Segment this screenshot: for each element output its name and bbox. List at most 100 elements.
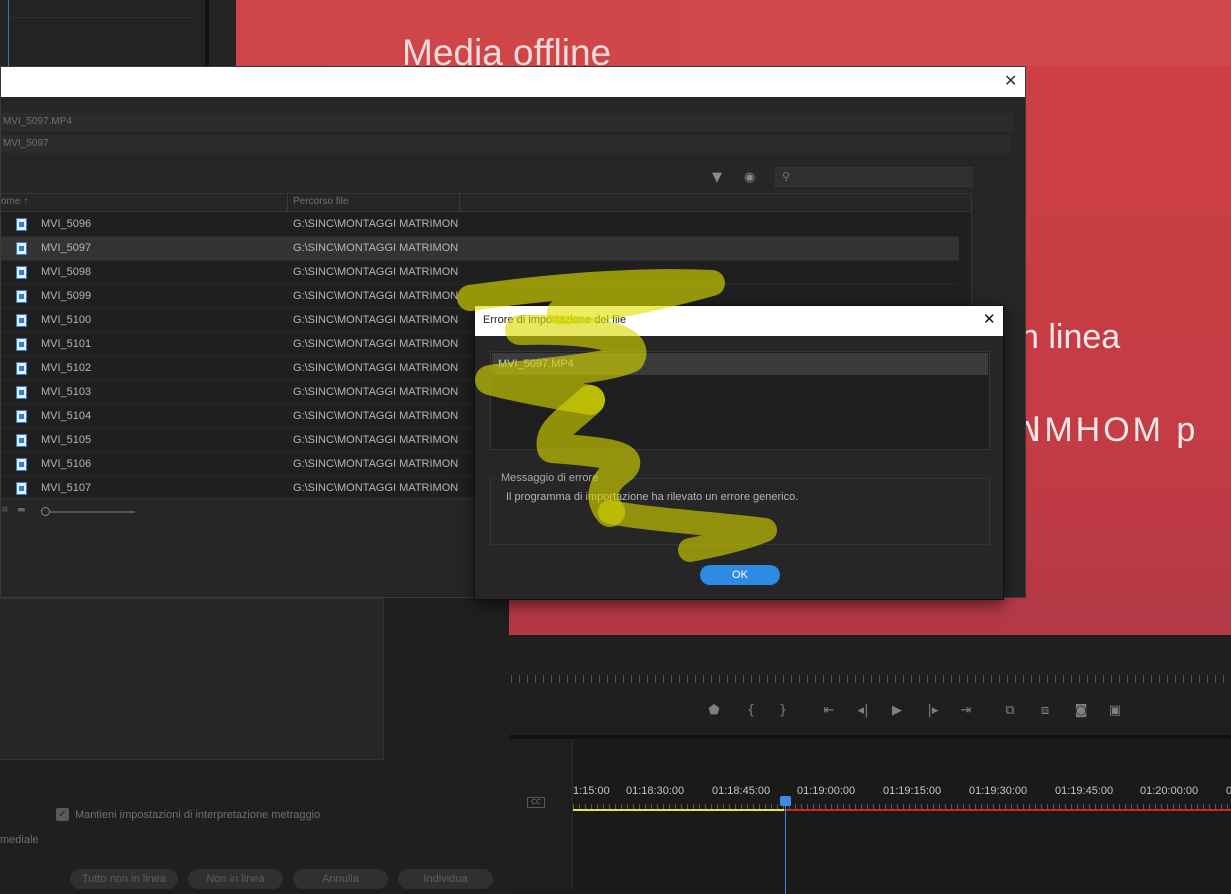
timeline-track-header: CC: [509, 739, 573, 890]
error-file-item[interactable]: MVI_5097.MP4: [492, 353, 988, 375]
error-message-text: Il programma di importazione ha rilevato…: [506, 491, 799, 503]
keep-interpretation-checkbox[interactable]: ✓: [56, 808, 69, 821]
file-path: G:\SINC\MONTAGGI MATRIMON: [293, 242, 459, 254]
file-path: G:\SINC\MONTAGGI MATRIMON: [293, 386, 459, 398]
export-frame-icon[interactable]: ◙: [1071, 703, 1091, 718]
timecode-label: 01:19:15:00: [883, 785, 942, 797]
monitor-controls: ⬟ { } ⇤ ◂| ▶ |▸ ⇥ ⧉ ⧈ ◙ ▣: [509, 635, 1231, 735]
file-name: MVI_5101: [41, 338, 92, 350]
offline-button[interactable]: Non in linea: [188, 869, 283, 889]
file-name: MVI_5107: [41, 482, 92, 494]
file-path: G:\SINC\MONTAGGI MATRIMON: [293, 314, 459, 326]
panel-rule: [8, 17, 194, 18]
error-message-box: [490, 478, 990, 545]
timeline-panel: CC 1:15:00 01:18:30:00 01:18:45:00 01:19…: [509, 735, 1231, 894]
video-file-icon: [16, 218, 27, 231]
video-file-icon: [16, 482, 27, 495]
file-name: MVI_5099: [41, 290, 92, 302]
cancel-button[interactable]: Annulla: [293, 869, 388, 889]
file-path: G:\SINC\MONTAGGI MATRIMON: [293, 482, 459, 494]
list-view-icon[interactable]: ≡: [1, 505, 9, 515]
table-row[interactable]: MVI_5098 G:\SINC\MONTAGGI MATRIMON: [1, 261, 959, 285]
preview-area: [0, 598, 384, 760]
close-icon[interactable]: ✕: [983, 312, 996, 327]
go-to-out-icon[interactable]: ⇥: [956, 703, 976, 718]
go-to-in-icon[interactable]: ⇤: [819, 703, 839, 718]
file-name: MVI_5106: [41, 458, 92, 470]
file-list-header: ome ↑ Percorso file: [1, 194, 971, 212]
timecode-label: 01:18:30:00: [626, 785, 685, 797]
timecode-label: 01:20:00:00: [1140, 785, 1199, 797]
view-icon[interactable]: ◉: [744, 170, 755, 185]
playhead-line: [785, 799, 786, 894]
add-marker-icon[interactable]: ⬟: [704, 703, 724, 718]
video-file-icon: [16, 338, 27, 351]
file-name: MVI_5097: [41, 242, 92, 254]
insert-icon[interactable]: ⧉: [1000, 703, 1020, 718]
video-file-icon: [16, 410, 27, 423]
play-icon[interactable]: ▶: [887, 703, 907, 718]
file-path: G:\SINC\MONTAGGI MATRIMON: [293, 218, 459, 230]
video-file-icon: [16, 314, 27, 327]
panel-divider[interactable]: [205, 0, 209, 66]
zoom-slider[interactable]: ≡ ▬: [1, 505, 141, 519]
search-input[interactable]: ⚲: [775, 167, 973, 187]
playhead-handle[interactable]: [780, 796, 791, 806]
program-monitor-top: [236, 0, 1231, 66]
timecode-label: 0: [1226, 785, 1231, 797]
media-offline-line-2: ꟽMHOM p: [1012, 411, 1199, 449]
rendered-bar: [573, 809, 784, 811]
panel-cursor-line: [8, 0, 9, 66]
file-name: MVI_5098: [41, 266, 92, 278]
file-path: G:\SINC\MONTAGGI MATRIMON: [293, 290, 459, 302]
ok-button[interactable]: OK: [700, 565, 780, 585]
file-path: G:\SINC\MONTAGGI MATRIMON: [293, 434, 459, 446]
sort-arrow-icon: ↑: [23, 196, 29, 207]
project-panel-top: [0, 0, 236, 66]
mark-out-icon[interactable]: }: [773, 703, 793, 718]
table-row[interactable]: MVI_5096 G:\SINC\MONTAGGI MATRIMON: [1, 213, 959, 237]
video-file-icon: [16, 434, 27, 447]
keep-interpretation-option[interactable]: ✓ Mantieni impostazioni di interpretazio…: [56, 808, 320, 821]
mark-in-icon[interactable]: {: [741, 703, 761, 718]
file-name: MVI_5096: [41, 218, 92, 230]
video-file-icon: [16, 290, 27, 303]
monitor-ruler[interactable]: [511, 675, 1231, 683]
all-offline-button[interactable]: Tutto non in linea: [70, 869, 178, 889]
column-separator[interactable]: [287, 194, 288, 212]
filter-icon[interactable]: ▼: [712, 170, 722, 185]
link-media-options-panel: ✓ Mantieni impostazioni di interpretazio…: [0, 598, 509, 890]
media-offline-line: n linea: [1020, 318, 1121, 356]
column-name[interactable]: ome ↑: [1, 196, 28, 207]
table-row[interactable]: MVI_5097 G:\SINC\MONTAGGI MATRIMON: [1, 237, 959, 261]
clip-filename: MVI_5097.MP4: [1, 113, 1013, 131]
column-separator[interactable]: [459, 194, 460, 212]
mediale-label: mediale: [0, 834, 39, 846]
unrendered-bar: [784, 809, 1231, 811]
step-forward-icon[interactable]: |▸: [923, 703, 943, 718]
timecode-label: 01:19:45:00: [1055, 785, 1114, 797]
file-name: MVI_5103: [41, 386, 92, 398]
file-name: MVI_5102: [41, 362, 92, 374]
step-back-icon[interactable]: ◂|: [853, 703, 873, 718]
link-dialog-titlebar: ✕: [1, 67, 1025, 97]
overwrite-icon[interactable]: ⧈: [1035, 703, 1055, 718]
file-path: G:\SINC\MONTAGGI MATRIMON: [293, 266, 459, 278]
zoom-track[interactable]: [45, 511, 135, 513]
captions-icon[interactable]: CC: [527, 797, 545, 808]
close-icon[interactable]: ✕: [1004, 73, 1017, 89]
video-file-icon: [16, 242, 27, 255]
locate-button[interactable]: Individua: [398, 869, 493, 889]
timecode-label: 1:15:00: [573, 785, 610, 797]
clip-name: MVI_5097: [1, 135, 1011, 153]
file-path: G:\SINC\MONTAGGI MATRIMON: [293, 410, 459, 422]
icon-view-icon[interactable]: ▬: [17, 505, 26, 515]
video-file-icon: [16, 458, 27, 471]
zoom-knob[interactable]: [41, 507, 50, 516]
video-file-icon: [16, 362, 27, 375]
file-path: G:\SINC\MONTAGGI MATRIMON: [293, 338, 459, 350]
column-path[interactable]: Percorso file: [293, 196, 349, 207]
timecode-label: 01:19:00:00: [797, 785, 856, 797]
import-error-dialog: Errore di importazione del file ✕ MVI_50…: [474, 305, 1004, 600]
comparison-view-icon[interactable]: ▣: [1105, 703, 1125, 718]
